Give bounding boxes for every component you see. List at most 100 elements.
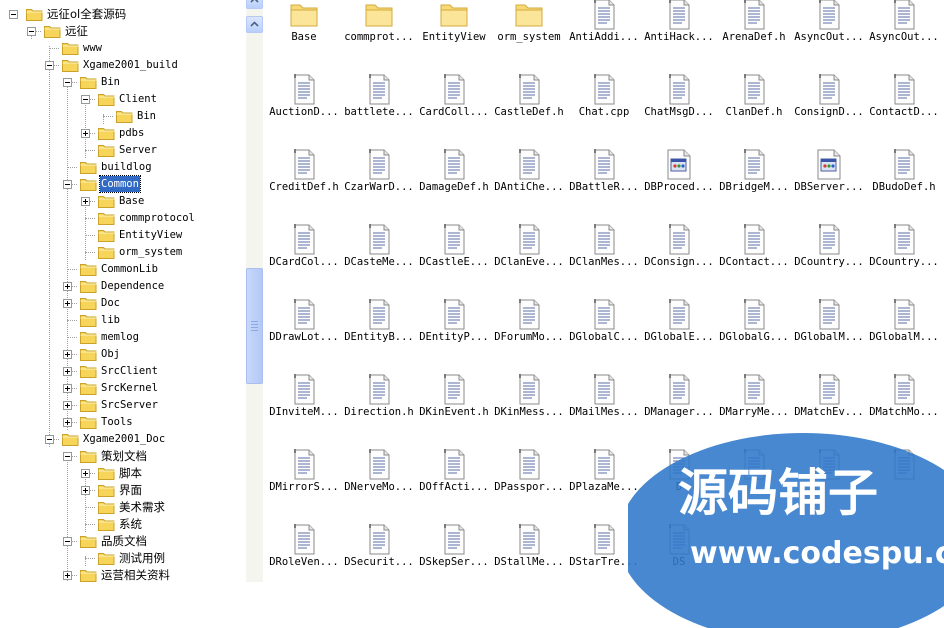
collapse-icon[interactable] bbox=[81, 95, 90, 104]
tree-item[interactable]: Server bbox=[0, 142, 246, 159]
file-item[interactable]: DEntityB... bbox=[341, 287, 417, 359]
file-item[interactable]: ClanDef.h bbox=[716, 62, 792, 134]
file-item[interactable]: DContact... bbox=[716, 212, 792, 284]
file-item[interactable]: DGlobalG... bbox=[716, 287, 792, 359]
collapse-icon[interactable] bbox=[45, 435, 54, 444]
tree-item[interactable]: Client bbox=[0, 91, 246, 108]
collapse-icon[interactable] bbox=[63, 537, 72, 546]
file-item[interactable]: ArenaDef.h bbox=[716, 0, 792, 59]
tree-item[interactable]: Xgame2001_build bbox=[0, 57, 246, 74]
file-item[interactable]: CreditDef.h bbox=[266, 137, 342, 209]
tree-item[interactable]: Dependence bbox=[0, 278, 246, 295]
tree-item[interactable]: CommonLib bbox=[0, 261, 246, 278]
expand-icon[interactable] bbox=[81, 469, 90, 478]
file-item[interactable]: AsyncOut... bbox=[791, 0, 867, 59]
file-item[interactable]: Direction.h bbox=[341, 362, 417, 434]
scroll-up-arrow-button[interactable] bbox=[246, 16, 263, 33]
file-item[interactable]: DBattleR... bbox=[566, 137, 642, 209]
tree-item[interactable]: Bin bbox=[0, 74, 246, 91]
file-item[interactable]: DSecurit... bbox=[341, 512, 417, 582]
tree-item[interactable]: 界面 bbox=[0, 482, 246, 499]
tree-item[interactable]: Obj bbox=[0, 346, 246, 363]
file-item[interactable]: DMirrorS... bbox=[266, 437, 342, 509]
expand-icon[interactable] bbox=[63, 367, 72, 376]
collapse-icon[interactable] bbox=[63, 452, 72, 461]
file-item[interactable]: DInviteM... bbox=[266, 362, 342, 434]
expand-icon[interactable] bbox=[63, 418, 72, 427]
file-item[interactable]: DGlobalE... bbox=[641, 287, 717, 359]
file-item[interactable]: DPasspor... bbox=[491, 437, 567, 509]
folder-item[interactable]: Base bbox=[266, 0, 342, 59]
expand-icon[interactable] bbox=[81, 197, 90, 206]
expand-icon[interactable] bbox=[81, 486, 90, 495]
file-item[interactable]: DNerveMo... bbox=[341, 437, 417, 509]
folder-item[interactable]: commprot... bbox=[341, 0, 417, 59]
file-item[interactable]: CzarWarD... bbox=[341, 137, 417, 209]
file-item[interactable]: DCountry... bbox=[866, 212, 942, 284]
tree-item[interactable]: 远征 bbox=[0, 23, 246, 40]
file-item[interactable]: AntiAddi... bbox=[566, 0, 642, 59]
tree-item[interactable]: Xgame2001_Doc bbox=[0, 431, 246, 448]
file-item[interactable]: DBudoDef.h bbox=[866, 137, 942, 209]
tree-item[interactable]: 美术需求 bbox=[0, 499, 246, 516]
file-item[interactable]: DGlobalC... bbox=[566, 287, 642, 359]
tree-item[interactable]: buildlog bbox=[0, 159, 246, 176]
tree-item[interactable]: www bbox=[0, 40, 246, 57]
file-item[interactable]: CastleDef.h bbox=[491, 62, 567, 134]
folder-tree[interactable]: 远征ol全套源码 远征 www Xgame2001_build Bin Client Bin… bbox=[0, 0, 246, 582]
collapse-icon[interactable] bbox=[27, 27, 36, 36]
tree-item[interactable]: commprotocol bbox=[0, 210, 246, 227]
file-item[interactable]: DGlobalM... bbox=[791, 287, 867, 359]
tree-item[interactable]: 系统 bbox=[0, 516, 246, 533]
tree-item[interactable]: 测试用例 bbox=[0, 550, 246, 567]
file-item[interactable]: DClanMes... bbox=[566, 212, 642, 284]
tree-item[interactable]: 品质文档 bbox=[0, 533, 246, 550]
expand-icon[interactable] bbox=[81, 129, 90, 138]
file-item[interactable]: DamageDef.h bbox=[416, 137, 492, 209]
file-item[interactable]: DMatchMo... bbox=[866, 362, 942, 434]
file-item[interactable]: DGlobalM... bbox=[866, 287, 942, 359]
tree-item[interactable]: EntityView bbox=[0, 227, 246, 244]
expand-icon[interactable] bbox=[63, 299, 72, 308]
scrollbar-thumb[interactable] bbox=[246, 268, 263, 384]
file-item[interactable]: DCountry... bbox=[791, 212, 867, 284]
file-item[interactable]: DMatchEv... bbox=[791, 362, 867, 434]
expand-icon[interactable] bbox=[63, 282, 72, 291]
file-item[interactable]: DBServer... bbox=[791, 137, 867, 209]
collapse-icon[interactable] bbox=[63, 78, 72, 87]
file-item[interactable]: DKinMess... bbox=[491, 362, 567, 434]
file-item[interactable]: AntiHack... bbox=[641, 0, 717, 59]
file-item[interactable]: DEntityP... bbox=[416, 287, 492, 359]
file-item[interactable]: DBProced... bbox=[641, 137, 717, 209]
file-item[interactable]: DCardCol... bbox=[266, 212, 342, 284]
file-item[interactable]: DSkepSer... bbox=[416, 512, 492, 582]
tree-item[interactable]: 运营相关资料 bbox=[0, 567, 246, 582]
file-item[interactable]: DDrawLot... bbox=[266, 287, 342, 359]
expand-icon[interactable] bbox=[63, 350, 72, 359]
tree-item[interactable]: pdbs bbox=[0, 125, 246, 142]
tree-item[interactable]: orm_system bbox=[0, 244, 246, 261]
tree-item[interactable]: SrcKernel bbox=[0, 380, 246, 397]
file-item[interactable]: DBridgeM... bbox=[716, 137, 792, 209]
tree-item[interactable]: lib bbox=[0, 312, 246, 329]
file-item[interactable]: ContactD... bbox=[866, 62, 942, 134]
file-item[interactable]: CardColl... bbox=[416, 62, 492, 134]
scroll-up-button[interactable] bbox=[246, 0, 263, 9]
tree-item[interactable]: Base bbox=[0, 193, 246, 210]
tree-item[interactable]: 远征ol全套源码 bbox=[0, 6, 246, 23]
folder-item[interactable]: orm_system bbox=[491, 0, 567, 59]
tree-item[interactable]: Common bbox=[0, 175, 246, 193]
file-item[interactable]: DKinEvent.h bbox=[416, 362, 492, 434]
file-item[interactable]: DAntiChe... bbox=[491, 137, 567, 209]
tree-item[interactable]: 脚本 bbox=[0, 465, 246, 482]
folder-item[interactable]: EntityView bbox=[416, 0, 492, 59]
file-item[interactable]: DForumMo... bbox=[491, 287, 567, 359]
file-item[interactable]: DRoleVen... bbox=[266, 512, 342, 582]
file-item[interactable]: DStallMe... bbox=[491, 512, 567, 582]
expand-icon[interactable] bbox=[63, 384, 72, 393]
collapse-icon[interactable] bbox=[63, 180, 72, 189]
tree-item[interactable]: 策划文档 bbox=[0, 448, 246, 465]
file-item[interactable]: AsyncOut... bbox=[866, 0, 942, 59]
expand-icon[interactable] bbox=[63, 571, 72, 580]
tree-item[interactable]: Bin bbox=[0, 108, 246, 125]
